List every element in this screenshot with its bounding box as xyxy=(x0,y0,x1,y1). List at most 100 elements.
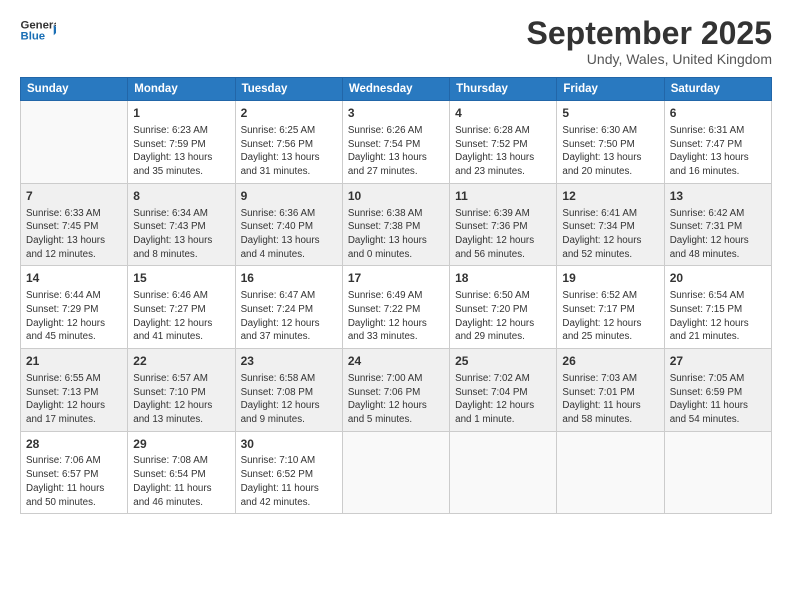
calendar-week-1: 7 Sunrise: 6:33 AM Sunset: 7:45 PM Daylig… xyxy=(21,183,772,266)
calendar-cell: 3Sunrise: 6:26 AM Sunset: 7:54 PM Daylig… xyxy=(342,101,449,184)
calendar-cell: 26Sunrise: 7:03 AM Sunset: 7:01 PM Dayli… xyxy=(557,349,664,432)
day-number: 25 xyxy=(455,353,551,370)
day-info: Sunrise: 6:36 AM Sunset: 7:40 PM Dayligh… xyxy=(241,207,337,262)
day-number: 3 xyxy=(348,105,444,122)
day-number: 13 xyxy=(670,188,766,205)
day-number: 7 xyxy=(26,188,122,205)
header: General Blue September 2025 Undy, Wales,… xyxy=(20,16,772,67)
day-info: Sunrise: 6:30 AM Sunset: 7:50 PM Dayligh… xyxy=(562,124,658,179)
col-friday: Friday xyxy=(557,78,664,101)
calendar-week-3: 21 Sunrise: 6:55 AM Sunset: 7:13 PM Dayli… xyxy=(21,349,772,432)
day-number: 15 xyxy=(133,270,229,287)
day-info: Sunrise: 7:08 AM Sunset: 6:54 PM Dayligh… xyxy=(133,454,229,509)
calendar-cell: 4 Sunrise: 6:28 AM Sunset: 7:52 PM Daylig… xyxy=(450,101,557,184)
calendar-cell: 1 Sunrise: 6:23 AM Sunset: 7:59 PM Daylig… xyxy=(128,101,235,184)
day-number: 2 xyxy=(241,105,337,122)
day-number: 4 xyxy=(455,105,551,122)
calendar-cell: 15 Sunrise: 6:46 AM Sunset: 7:27 PM Dayli… xyxy=(128,266,235,349)
calendar-cell: 19Sunrise: 6:52 AM Sunset: 7:17 PM Dayli… xyxy=(557,266,664,349)
calendar-cell: 7 Sunrise: 6:33 AM Sunset: 7:45 PM Daylig… xyxy=(21,183,128,266)
day-number: 17 xyxy=(348,270,444,287)
day-number: 21 xyxy=(26,353,122,370)
calendar-week-4: 28Sunrise: 7:06 AM Sunset: 6:57 PM Dayli… xyxy=(21,431,772,514)
calendar-cell: 27 Sunrise: 7:05 AM Sunset: 6:59 PM Dayli… xyxy=(664,349,771,432)
day-info: Sunrise: 6:50 AM Sunset: 7:20 PM Dayligh… xyxy=(455,289,551,344)
day-info: Sunrise: 6:46 AM Sunset: 7:27 PM Dayligh… xyxy=(133,289,229,344)
calendar-cell: 16 Sunrise: 6:47 AM Sunset: 7:24 PM Dayli… xyxy=(235,266,342,349)
col-saturday: Saturday xyxy=(664,78,771,101)
calendar-week-0: 1 Sunrise: 6:23 AM Sunset: 7:59 PM Daylig… xyxy=(21,101,772,184)
col-wednesday: Wednesday xyxy=(342,78,449,101)
day-info: Sunrise: 6:49 AM Sunset: 7:22 PM Dayligh… xyxy=(348,289,444,344)
calendar-cell: 13 Sunrise: 6:42 AM Sunset: 7:31 PM Dayli… xyxy=(664,183,771,266)
day-info: Sunrise: 6:23 AM Sunset: 7:59 PM Dayligh… xyxy=(133,124,229,179)
day-info: Sunrise: 6:25 AM Sunset: 7:56 PM Dayligh… xyxy=(241,124,337,179)
day-number: 18 xyxy=(455,270,551,287)
day-info: Sunrise: 6:47 AM Sunset: 7:24 PM Dayligh… xyxy=(241,289,337,344)
day-number: 14 xyxy=(26,270,122,287)
day-number: 26 xyxy=(562,353,658,370)
calendar-cell xyxy=(342,431,449,514)
calendar-cell: 18 Sunrise: 6:50 AM Sunset: 7:20 PM Dayli… xyxy=(450,266,557,349)
main-title: September 2025 xyxy=(527,16,772,51)
calendar-cell: 25 Sunrise: 7:02 AM Sunset: 7:04 PM Dayli… xyxy=(450,349,557,432)
day-number: 5 xyxy=(562,105,658,122)
calendar-cell: 29Sunrise: 7:08 AM Sunset: 6:54 PM Dayli… xyxy=(128,431,235,514)
calendar-cell xyxy=(450,431,557,514)
calendar-week-2: 14 Sunrise: 6:44 AM Sunset: 7:29 PM Dayli… xyxy=(21,266,772,349)
day-info: Sunrise: 7:05 AM Sunset: 6:59 PM Dayligh… xyxy=(670,372,766,427)
col-thursday: Thursday xyxy=(450,78,557,101)
calendar-cell xyxy=(21,101,128,184)
calendar-cell: 24Sunrise: 7:00 AM Sunset: 7:06 PM Dayli… xyxy=(342,349,449,432)
day-number: 12 xyxy=(562,188,658,205)
day-info: Sunrise: 7:00 AM Sunset: 7:06 PM Dayligh… xyxy=(348,372,444,427)
calendar-cell: 30Sunrise: 7:10 AM Sunset: 6:52 PM Dayli… xyxy=(235,431,342,514)
calendar-cell: 28Sunrise: 7:06 AM Sunset: 6:57 PM Dayli… xyxy=(21,431,128,514)
logo: General Blue xyxy=(20,16,56,44)
day-info: Sunrise: 6:33 AM Sunset: 7:45 PM Dayligh… xyxy=(26,207,122,262)
calendar-cell: 6 Sunrise: 6:31 AM Sunset: 7:47 PM Daylig… xyxy=(664,101,771,184)
day-number: 10 xyxy=(348,188,444,205)
calendar-cell xyxy=(664,431,771,514)
day-number: 19 xyxy=(562,270,658,287)
svg-text:General: General xyxy=(21,19,57,31)
day-number: 30 xyxy=(241,436,337,453)
day-info: Sunrise: 6:44 AM Sunset: 7:29 PM Dayligh… xyxy=(26,289,122,344)
calendar-cell: 21 Sunrise: 6:55 AM Sunset: 7:13 PM Dayli… xyxy=(21,349,128,432)
col-monday: Monday xyxy=(128,78,235,101)
day-info: Sunrise: 7:10 AM Sunset: 6:52 PM Dayligh… xyxy=(241,454,337,509)
calendar-cell: 20 Sunrise: 6:54 AM Sunset: 7:15 PM Dayli… xyxy=(664,266,771,349)
day-number: 22 xyxy=(133,353,229,370)
calendar-cell: 2 Sunrise: 6:25 AM Sunset: 7:56 PM Daylig… xyxy=(235,101,342,184)
day-info: Sunrise: 7:06 AM Sunset: 6:57 PM Dayligh… xyxy=(26,454,122,509)
day-info: Sunrise: 6:31 AM Sunset: 7:47 PM Dayligh… xyxy=(670,124,766,179)
day-number: 16 xyxy=(241,270,337,287)
calendar-cell: 11Sunrise: 6:39 AM Sunset: 7:36 PM Dayli… xyxy=(450,183,557,266)
day-info: Sunrise: 6:58 AM Sunset: 7:08 PM Dayligh… xyxy=(241,372,337,427)
page-container: General Blue September 2025 Undy, Wales,… xyxy=(0,0,792,524)
day-info: Sunrise: 6:42 AM Sunset: 7:31 PM Dayligh… xyxy=(670,207,766,262)
day-info: Sunrise: 6:55 AM Sunset: 7:13 PM Dayligh… xyxy=(26,372,122,427)
col-tuesday: Tuesday xyxy=(235,78,342,101)
day-number: 20 xyxy=(670,270,766,287)
calendar-cell: 23 Sunrise: 6:58 AM Sunset: 7:08 PM Dayli… xyxy=(235,349,342,432)
day-info: Sunrise: 6:34 AM Sunset: 7:43 PM Dayligh… xyxy=(133,207,229,262)
day-info: Sunrise: 6:38 AM Sunset: 7:38 PM Dayligh… xyxy=(348,207,444,262)
col-sunday: Sunday xyxy=(21,78,128,101)
day-info: Sunrise: 7:02 AM Sunset: 7:04 PM Dayligh… xyxy=(455,372,551,427)
calendar-cell: 9 Sunrise: 6:36 AM Sunset: 7:40 PM Daylig… xyxy=(235,183,342,266)
day-number: 23 xyxy=(241,353,337,370)
day-number: 28 xyxy=(26,436,122,453)
day-number: 1 xyxy=(133,105,229,122)
day-info: Sunrise: 6:39 AM Sunset: 7:36 PM Dayligh… xyxy=(455,207,551,262)
day-info: Sunrise: 6:54 AM Sunset: 7:15 PM Dayligh… xyxy=(670,289,766,344)
calendar-table: Sunday Monday Tuesday Wednesday Thursday… xyxy=(20,77,772,514)
day-number: 6 xyxy=(670,105,766,122)
logo-icon: General Blue xyxy=(20,16,56,44)
calendar-cell: 10 Sunrise: 6:38 AM Sunset: 7:38 PM Dayli… xyxy=(342,183,449,266)
day-info: Sunrise: 6:28 AM Sunset: 7:52 PM Dayligh… xyxy=(455,124,551,179)
calendar-cell xyxy=(557,431,664,514)
title-block: September 2025 Undy, Wales, United Kingd… xyxy=(527,16,772,67)
day-number: 9 xyxy=(241,188,337,205)
day-number: 27 xyxy=(670,353,766,370)
